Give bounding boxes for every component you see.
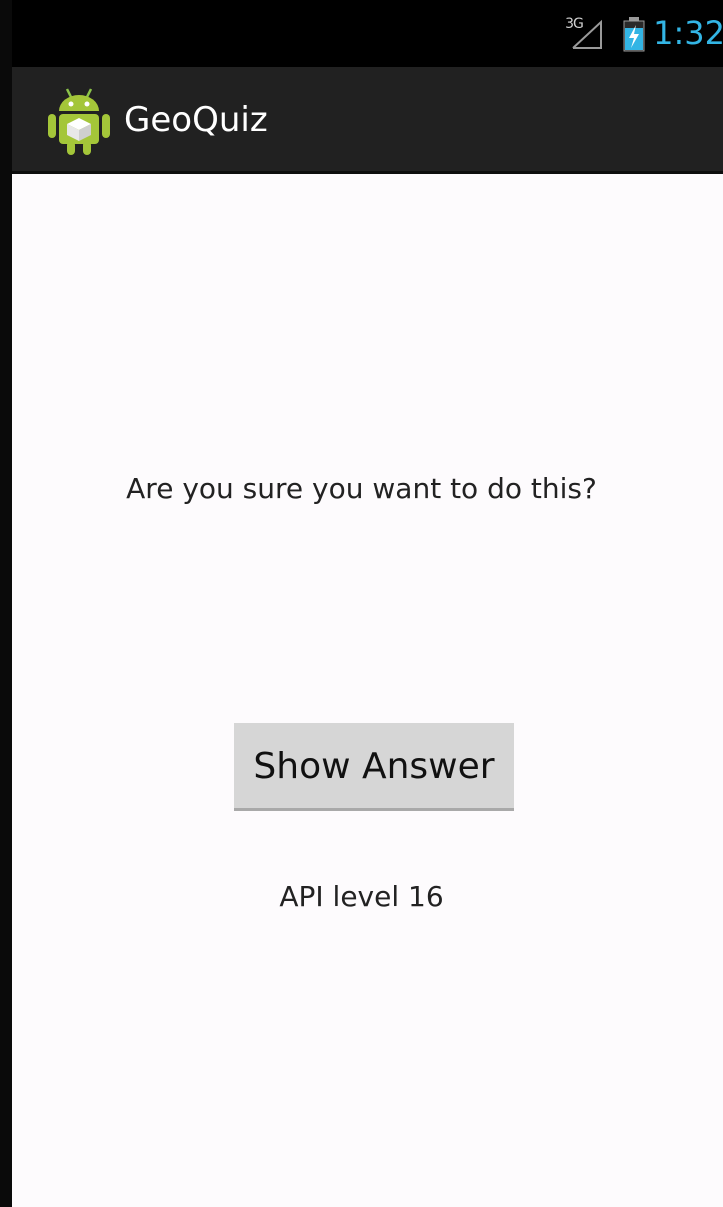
show-answer-button[interactable]: Show Answer bbox=[234, 723, 514, 811]
network-type-label: 3G bbox=[565, 15, 584, 32]
battery-charging-icon bbox=[621, 14, 647, 54]
phone-screen: 3G 1:32 GeoQuiz Are you sure you want to… bbox=[0, 0, 723, 1207]
api-level-text: API level 16 bbox=[279, 880, 444, 913]
action-bar: GeoQuiz bbox=[12, 67, 723, 174]
app-title: GeoQuiz bbox=[124, 100, 268, 140]
screen-border bbox=[0, 0, 12, 1207]
signal-icon: 3G bbox=[563, 14, 615, 54]
status-icons: 3G 1:32 bbox=[563, 0, 723, 67]
question-text: Are you sure you want to do this? bbox=[126, 472, 597, 505]
main-content: Are you sure you want to do this? Show A… bbox=[12, 174, 723, 1207]
status-clock: 1:32 bbox=[653, 14, 723, 52]
android-app-icon[interactable] bbox=[47, 85, 111, 157]
status-bar: 3G 1:32 bbox=[12, 0, 723, 67]
